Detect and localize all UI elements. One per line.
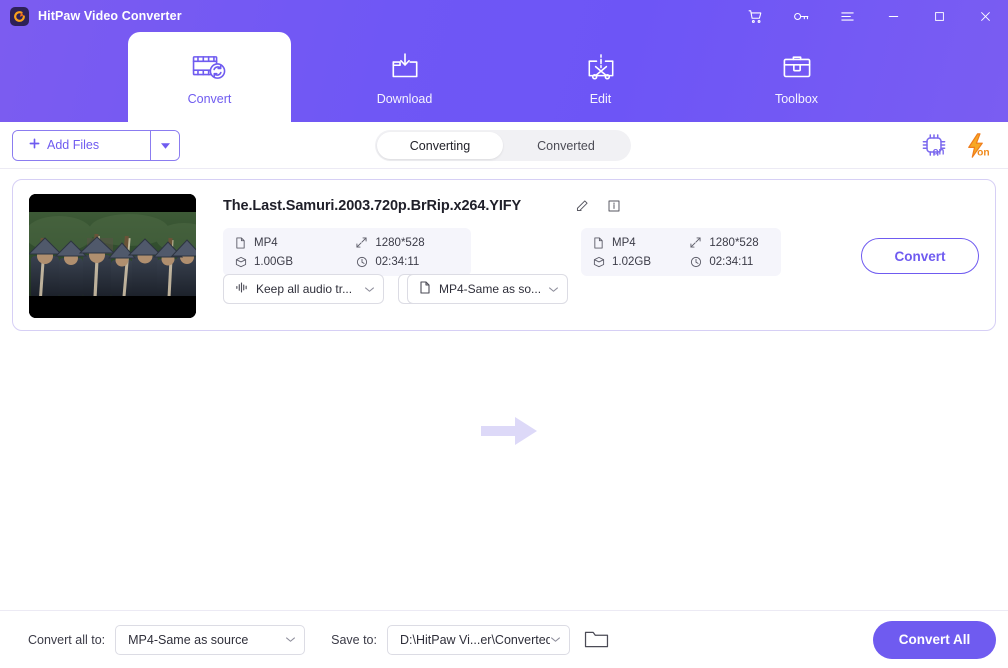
save-to-path-select[interactable]: D:\HitPaw Vi...er\Converted (387, 624, 570, 655)
output-format-select[interactable]: MP4-Same as so... (407, 274, 568, 304)
main-nav-tabs: Convert Download Edit Toolbox (0, 32, 1008, 122)
target-duration-value: 02:34:11 (709, 255, 754, 268)
clock-icon (689, 255, 702, 268)
convert-button[interactable]: Convert (861, 238, 979, 274)
main-content: The.Last.Samuri.2003.720p.BrRip.x264.YIF… (0, 169, 1008, 610)
chevron-down-icon (285, 636, 296, 643)
output-format-value: MP4-Same as so... (439, 282, 540, 296)
tab-download[interactable]: Download (323, 32, 486, 122)
acceleration-toggles: on on (920, 122, 994, 169)
thumbnail-image (29, 194, 196, 318)
arrow-right-icon (479, 414, 539, 453)
chevron-down-icon (550, 636, 561, 643)
tab-toolbox-label: Toolbox (774, 92, 819, 106)
save-to-label: Save to: (331, 632, 377, 647)
convert-all-button[interactable]: Convert All (873, 620, 996, 659)
target-size: 1.02GB (592, 255, 661, 268)
maximize-icon[interactable] (916, 0, 962, 32)
tab-toolbox[interactable]: Toolbox (715, 32, 878, 122)
convert-button-label: Convert (894, 248, 946, 264)
app-header: HitPaw Video Converter Convert Download … (0, 0, 1008, 122)
box-icon (592, 255, 605, 268)
target-info: MP4 1280*528 1.02GB 02:34:11 (581, 228, 781, 276)
add-files-dropdown-button[interactable] (150, 130, 179, 160)
add-files-label: Add Files (47, 138, 100, 152)
file-icon (419, 281, 431, 297)
resize-icon (689, 236, 702, 249)
chevron-down-icon (364, 286, 375, 293)
file-actions (575, 199, 621, 218)
audio-track-value: Keep all audio tr... (256, 282, 353, 296)
minimize-icon[interactable] (870, 0, 916, 32)
convert-all-format-value: MP4-Same as source (128, 632, 249, 647)
tab-convert[interactable]: Convert (128, 32, 291, 122)
tab-convert-label: Convert (187, 92, 232, 106)
tab-edit-label: Edit (589, 92, 612, 106)
source-resolution: 1280*528 (355, 236, 459, 249)
scissors-frame-icon (583, 46, 619, 88)
box-icon (234, 255, 247, 268)
movie-thumbnail[interactable] (29, 194, 196, 318)
cpu-chip-icon[interactable]: on (920, 132, 948, 159)
svg-text:on: on (933, 146, 945, 157)
info-icon[interactable] (607, 199, 621, 218)
target-resolution: 1280*528 (689, 236, 769, 249)
file-name: The.Last.Samuri.2003.720p.BrRip.x264.YIF… (223, 198, 522, 214)
app-title: HitPaw Video Converter (38, 9, 182, 23)
clock-icon (355, 255, 368, 268)
footer-bar: Convert all to: MP4-Same as source Save … (0, 610, 1008, 668)
lightning-bolt-icon[interactable]: on (964, 132, 994, 159)
target-duration: 02:34:11 (689, 255, 769, 268)
caret-down-icon (160, 136, 170, 154)
file-card: The.Last.Samuri.2003.720p.BrRip.x264.YIF… (12, 179, 996, 445)
film-refresh-icon (190, 46, 229, 88)
resize-icon (355, 236, 368, 249)
convert-all-button-label: Convert All (898, 632, 971, 647)
window-controls (732, 0, 1008, 32)
add-files-button[interactable]: Add Files (13, 130, 150, 160)
source-size: 1.00GB (234, 255, 327, 268)
folder-icon[interactable] (584, 629, 609, 650)
source-info: MP4 1280*528 1.00GB 02:34:11 (223, 228, 471, 276)
source-size-value: 1.00GB (254, 255, 293, 268)
download-folder-icon (387, 46, 423, 88)
file-icon (592, 236, 605, 249)
convert-all-to-label: Convert all to: (28, 632, 106, 647)
app-window: HitPaw Video Converter Convert Download … (0, 0, 1008, 668)
source-format: MP4 (234, 236, 327, 249)
tab-converted[interactable]: Converted (503, 132, 629, 159)
plus-icon (29, 138, 40, 152)
audio-track-select[interactable]: Keep all audio tr... (223, 274, 384, 304)
cart-icon[interactable] (732, 0, 778, 32)
tab-converting-label: Converting (409, 138, 471, 153)
convert-all-format-select[interactable]: MP4-Same as source (115, 624, 306, 655)
close-icon[interactable] (962, 0, 1008, 32)
menu-icon[interactable] (824, 0, 870, 32)
status-segmented-control: Converting Converted (375, 130, 631, 161)
save-to-path-value: D:\HitPaw Vi...er\Converted (400, 632, 550, 647)
pencil-icon[interactable] (575, 199, 589, 218)
audio-waveform-icon (235, 281, 248, 297)
tab-edit[interactable]: Edit (519, 32, 682, 122)
target-size-value: 1.02GB (612, 255, 651, 268)
hitpaw-logo-icon (10, 6, 29, 26)
title-bar: HitPaw Video Converter (0, 0, 1008, 32)
target-format: MP4 (592, 236, 661, 249)
svg-text:on: on (977, 148, 990, 159)
tab-converted-label: Converted (537, 138, 595, 153)
chevron-down-icon (548, 286, 559, 293)
source-resolution-value: 1280*528 (375, 236, 425, 249)
file-icon (234, 236, 247, 249)
key-icon[interactable] (778, 0, 824, 32)
source-duration: 02:34:11 (355, 255, 459, 268)
action-toolbar: Add Files Converting Converted on on (0, 122, 1008, 169)
target-format-value: MP4 (612, 236, 636, 249)
source-duration-value: 02:34:11 (375, 255, 420, 268)
source-format-value: MP4 (254, 236, 278, 249)
tab-converting[interactable]: Converting (377, 132, 503, 159)
add-files-group: Add Files (12, 129, 180, 161)
tab-download-label: Download (376, 92, 433, 106)
toolbox-icon (779, 46, 815, 88)
target-resolution-value: 1280*528 (709, 236, 759, 249)
